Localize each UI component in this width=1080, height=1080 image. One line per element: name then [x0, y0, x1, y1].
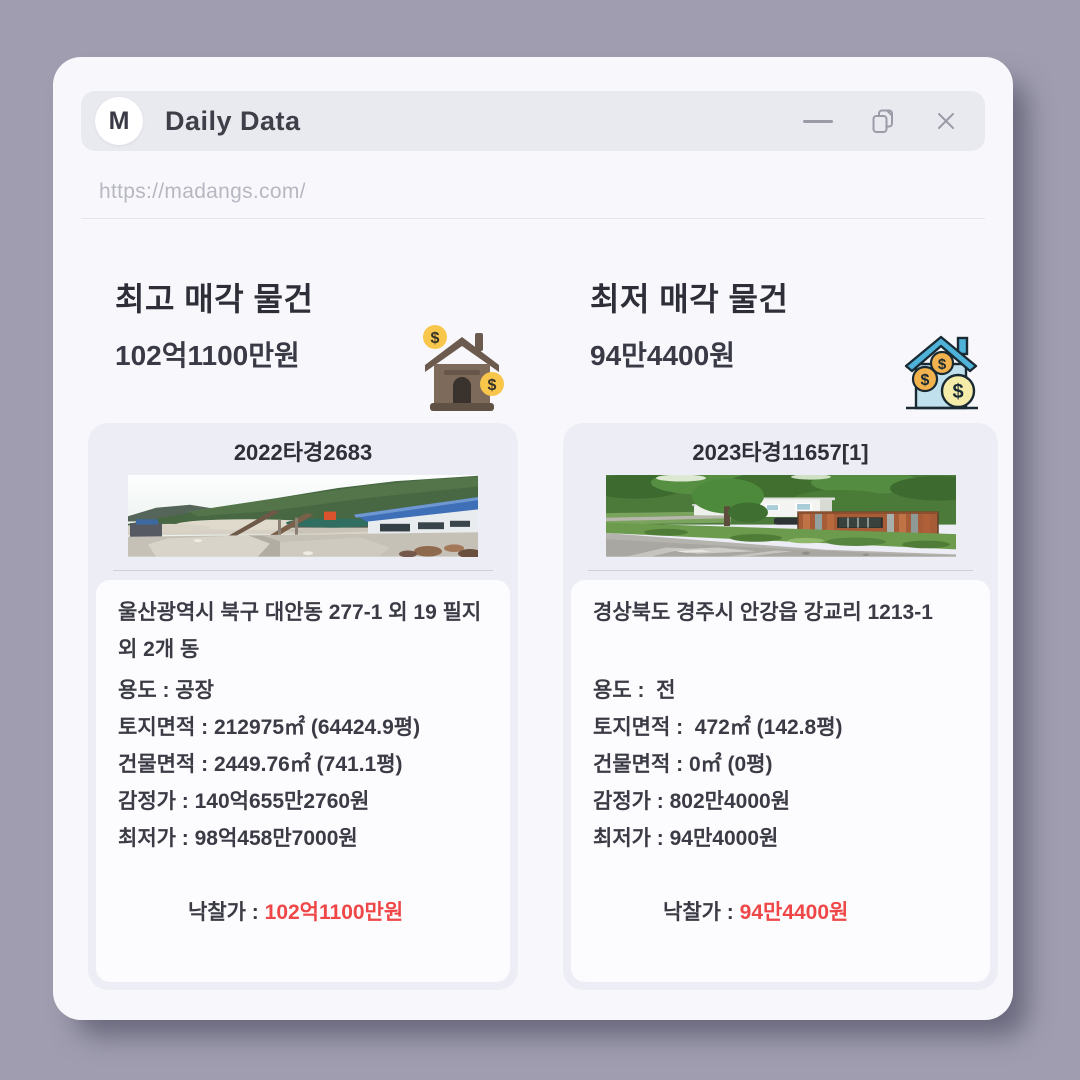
- property-card: 2022타경2683 울산광역시 북구 대안동 277-1 외 19 필지 외 …: [88, 423, 518, 990]
- content-columns: 최고 매각 물건 102억1100만원 $ $ 2022타경2683 울산광역시…: [88, 260, 998, 990]
- case-number: 2023타경11657[1]: [692, 440, 869, 465]
- detail-row-appraisal: 감정가 : 140억655만2760원: [118, 790, 370, 813]
- svg-text:$: $: [938, 356, 947, 373]
- copy-button[interactable]: [869, 107, 897, 135]
- details-panel: 경상북도 경주시 안강읍 강교리 1213-1 용도 : 전 토지면적 : 47…: [571, 580, 990, 982]
- app-title: Daily Data: [165, 105, 301, 136]
- minimize-icon: [803, 119, 833, 123]
- daily-data-window: M Daily Data https://madangs.com/ 최고 매각 …: [53, 57, 1013, 1020]
- section-heading: 최고 매각 물건: [115, 281, 314, 317]
- detail-row-building-area: 건물면적 : 0㎡ (0평): [593, 753, 773, 776]
- url-text: https://madangs.com/: [99, 180, 306, 203]
- close-button[interactable]: [933, 108, 959, 134]
- case-number: 2022타경2683: [233, 440, 373, 465]
- winning-bid-row: 낙찰가 : 102억1100만원: [118, 857, 488, 968]
- detail-row-minimum: 최저가 : 98억458만7000원: [118, 827, 358, 850]
- property-card: 2023타경11657[1] 경상북도 경주시 안강읍 강교리 1213-1 용…: [563, 423, 998, 990]
- svg-text:$: $: [952, 381, 963, 403]
- detail-row-usage: 용도 : 전: [593, 679, 676, 702]
- property-photo-quarry: [128, 475, 478, 557]
- detail-row-minimum: 최저가 : 94만4000원: [593, 827, 779, 850]
- brown-house-dollar-icon: $ $: [423, 325, 504, 411]
- svg-text:$: $: [431, 330, 440, 347]
- section-highest: 최고 매각 물건 102억1100만원 $ $ 2022타경2683 울산광역시…: [88, 260, 518, 990]
- detail-row-land-area: 토지면적 : 472㎡ (142.8평): [593, 716, 843, 739]
- blue-house-dollar-icon: $ $ $: [904, 335, 978, 410]
- detail-row-land-area: 토지면적 : 212975㎡ (64424.9평): [118, 716, 421, 739]
- detail-row-building-area: 건물면적 : 2449.76㎡ (741.1평): [118, 753, 403, 776]
- section-header: 최고 매각 물건 102억1100만원 $ $: [88, 260, 518, 423]
- details-panel: 울산광역시 북구 대안동 277-1 외 19 필지 외 2개 동 용도 : 공…: [96, 580, 510, 982]
- winning-bid-value: 102억1100만원: [264, 901, 404, 924]
- section-lowest: 최저 매각 물건 94만4400원 $ $ $ 2023타경11657[1] 경…: [563, 260, 998, 990]
- app-logo: M: [95, 97, 143, 145]
- close-icon: [938, 113, 954, 129]
- window-controls: [803, 107, 959, 135]
- winning-bid-label: 낙찰가 :: [663, 901, 740, 924]
- detail-row-appraisal: 감정가 : 802만4000원: [593, 790, 791, 813]
- detail-row-usage: 용도 : 공장: [118, 679, 214, 702]
- section-header: 최저 매각 물건 94만4400원 $ $ $: [563, 260, 998, 423]
- divider: [81, 218, 985, 219]
- titlebar: M Daily Data: [81, 91, 985, 151]
- property-photo-rural-lot: [605, 475, 956, 557]
- winning-bid-row: 낙찰가 : 94만4400원: [593, 857, 968, 968]
- minimize-button[interactable]: [803, 119, 833, 123]
- property-address: 울산광역시 북구 대안동 277-1 외 19 필지 외 2개 동: [118, 601, 482, 661]
- url-bar[interactable]: https://madangs.com/: [99, 175, 306, 209]
- copy-icon: [872, 109, 893, 133]
- svg-text:$: $: [921, 372, 930, 389]
- section-heading: 최저 매각 물건: [590, 281, 789, 317]
- winning-bid-label: 낙찰가 :: [188, 901, 265, 924]
- winning-bid-value: 94만4400원: [739, 901, 849, 924]
- property-address: 경상북도 경주시 안강읍 강교리 1213-1: [593, 601, 933, 624]
- svg-text:$: $: [488, 377, 497, 394]
